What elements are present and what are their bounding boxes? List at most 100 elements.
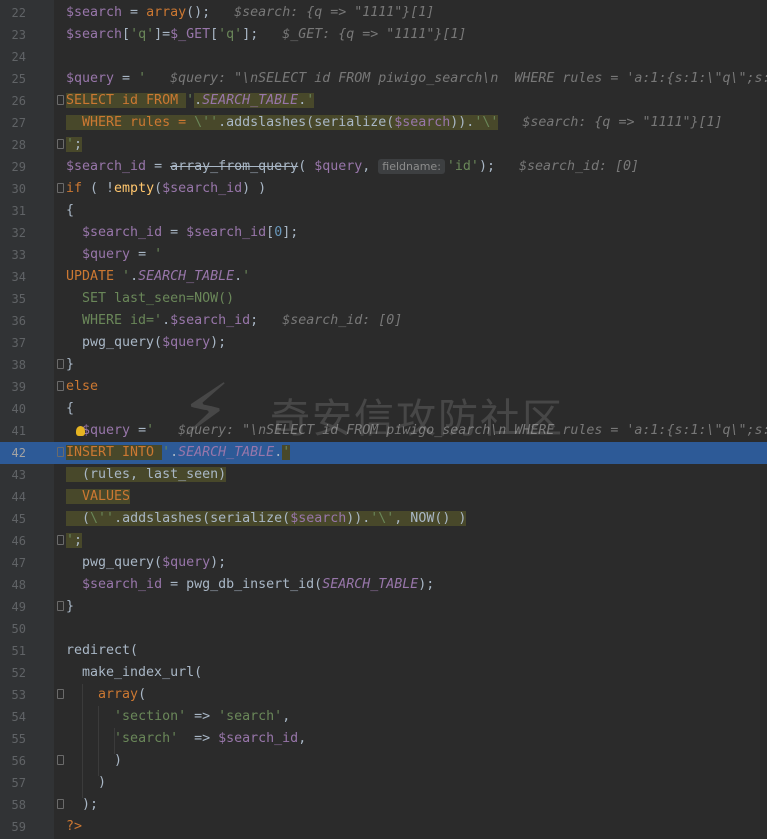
line-number[interactable]: 30 [0, 182, 26, 196]
code-text[interactable]: pwg_query($query); [66, 555, 226, 571]
code-text[interactable]: WHERE rules = \''.addslashes(serialize($… [66, 115, 723, 131]
line-number[interactable]: 41 [0, 424, 26, 438]
code-text[interactable]: ) [66, 775, 106, 791]
code-line[interactable]: 46 '; [0, 530, 767, 552]
line-number[interactable]: 27 [0, 116, 26, 130]
code-text[interactable]: } [66, 599, 74, 615]
line-number[interactable]: 56 [0, 754, 26, 768]
code-text[interactable]: 'search' => $search_id, [66, 731, 306, 747]
code-text[interactable]: '; [66, 137, 83, 153]
line-number[interactable]: 52 [0, 666, 26, 680]
line-number[interactable]: 40 [0, 402, 26, 416]
line-number[interactable]: 45 [0, 512, 26, 526]
line-number[interactable]: 31 [0, 204, 26, 218]
line-number[interactable]: 37 [0, 336, 26, 350]
code-text[interactable]: ) [66, 753, 122, 769]
line-number[interactable]: 43 [0, 468, 26, 482]
code-line[interactable]: 56 ) [0, 750, 767, 772]
fold-marker-icon[interactable] [57, 95, 64, 105]
code-line[interactable]: 50 [0, 618, 767, 640]
code-text[interactable]: redirect( [66, 643, 138, 659]
code-line[interactable]: 23 $search['q']=$_GET['q']; $_GET: {q => … [0, 24, 767, 46]
code-line[interactable]: 48 $search_id = pwg_db_insert_id(SEARCH_… [0, 574, 767, 596]
line-number[interactable]: 49 [0, 600, 26, 614]
code-line[interactable]: 59 ?> [0, 816, 767, 838]
line-number[interactable]: 46 [0, 534, 26, 548]
code-text[interactable]: WHERE id='.$search_id; $search_id: [0] [66, 313, 402, 329]
line-number[interactable]: 59 [0, 820, 26, 834]
line-number[interactable]: 29 [0, 160, 26, 174]
code-line[interactable]: 26 SELECT id FROM '.SEARCH_TABLE.' [0, 90, 767, 112]
code-text[interactable]: $search = array(); $search: {q => "1111"… [66, 5, 434, 21]
line-number[interactable]: 58 [0, 798, 26, 812]
code-text[interactable]: $search['q']=$_GET['q']; $_GET: {q => "1… [66, 27, 466, 43]
code-line[interactable]: 37 pwg_query($query); [0, 332, 767, 354]
code-text[interactable]: if ( !empty($search_id) ) [66, 181, 266, 197]
line-number[interactable]: 32 [0, 226, 26, 240]
code-editor[interactable]: 22 $search = array(); $search: {q => "111… [0, 0, 767, 839]
line-number[interactable]: 22 [0, 6, 26, 20]
code-line[interactable]: 29 $search_id = array_from_query( $query,… [0, 156, 767, 178]
code-line[interactable]: 45 (\''.addslashes(serialize($search)).'… [0, 508, 767, 530]
code-text[interactable]: array( [66, 687, 146, 703]
code-line[interactable]: 22 $search = array(); $search: {q => "111… [0, 2, 767, 24]
code-text[interactable]: SELECT id FROM '.SEARCH_TABLE.' [66, 93, 315, 109]
line-number[interactable]: 48 [0, 578, 26, 592]
code-line[interactable]: 53 array( [0, 684, 767, 706]
line-number[interactable]: 28 [0, 138, 26, 152]
code-text[interactable]: 'section' => 'search', [66, 709, 290, 725]
code-text[interactable]: UPDATE '.SEARCH_TABLE.' [66, 269, 250, 285]
code-line[interactable]: 41 $query =' $query: "\nSELECT id FROM p… [0, 420, 767, 442]
code-line[interactable]: 40 { [0, 398, 767, 420]
line-number[interactable]: 33 [0, 248, 26, 262]
code-line[interactable]: 52 make_index_url( [0, 662, 767, 684]
line-number[interactable]: 26 [0, 94, 26, 108]
code-text[interactable]: VALUES [66, 489, 131, 505]
line-number[interactable]: 39 [0, 380, 26, 394]
line-number[interactable]: 42 [0, 446, 26, 460]
code-text[interactable]: SET last_seen=NOW() [66, 291, 234, 307]
code-line[interactable]: 32 $search_id = $search_id[0]; [0, 222, 767, 244]
code-text[interactable]: make_index_url( [66, 665, 202, 681]
code-line[interactable]: 39 else [0, 376, 767, 398]
fold-marker-icon[interactable] [57, 359, 64, 369]
code-text[interactable]: $search_id = pwg_db_insert_id(SEARCH_TAB… [66, 577, 434, 593]
line-number[interactable]: 50 [0, 622, 26, 636]
line-number[interactable]: 23 [0, 28, 26, 42]
code-line[interactable]: 57 ) [0, 772, 767, 794]
code-text[interactable]: (rules, last_seen) [66, 467, 227, 483]
code-line[interactable]: 38} [0, 354, 767, 376]
code-line[interactable]: 27 WHERE rules = \''.addslashes(serializ… [0, 112, 767, 134]
line-number[interactable]: 54 [0, 710, 26, 724]
code-text[interactable]: { [66, 401, 74, 417]
line-number[interactable]: 34 [0, 270, 26, 284]
lightbulb-icon[interactable] [76, 426, 85, 436]
line-number[interactable]: 47 [0, 556, 26, 570]
line-number[interactable]: 25 [0, 72, 26, 86]
fold-marker-icon[interactable] [57, 139, 64, 149]
line-number[interactable]: 51 [0, 644, 26, 658]
code-text[interactable]: { [66, 203, 74, 219]
code-text[interactable]: ?> [66, 819, 82, 835]
fold-marker-icon[interactable] [57, 799, 64, 809]
fold-marker-icon[interactable] [57, 689, 64, 699]
code-line[interactable]: 24 [0, 46, 767, 68]
code-text[interactable]: } [66, 357, 74, 373]
line-number[interactable]: 55 [0, 732, 26, 746]
line-number[interactable]: 38 [0, 358, 26, 372]
code-line[interactable]: 55 'search' => $search_id, [0, 728, 767, 750]
fold-marker-icon[interactable] [57, 447, 64, 457]
code-text[interactable]: $query =' $query: "\nSELECT id FROM piwi… [66, 423, 767, 439]
code-line[interactable]: 33 $query = ' [0, 244, 767, 266]
code-line[interactable]: 28 '; [0, 134, 767, 156]
line-number[interactable]: 57 [0, 776, 26, 790]
code-text[interactable]: '; [66, 533, 83, 549]
code-line[interactable]: 34 UPDATE '.SEARCH_TABLE.' [0, 266, 767, 288]
fold-marker-icon[interactable] [57, 601, 64, 611]
code-line[interactable]: 42 INSERT INTO '.SEARCH_TABLE.' [0, 442, 767, 464]
fold-marker-icon[interactable] [57, 381, 64, 391]
code-line[interactable]: 43 (rules, last_seen) [0, 464, 767, 486]
fold-marker-icon[interactable] [57, 183, 64, 193]
code-line[interactable]: 31 { [0, 200, 767, 222]
fold-marker-icon[interactable] [57, 755, 64, 765]
